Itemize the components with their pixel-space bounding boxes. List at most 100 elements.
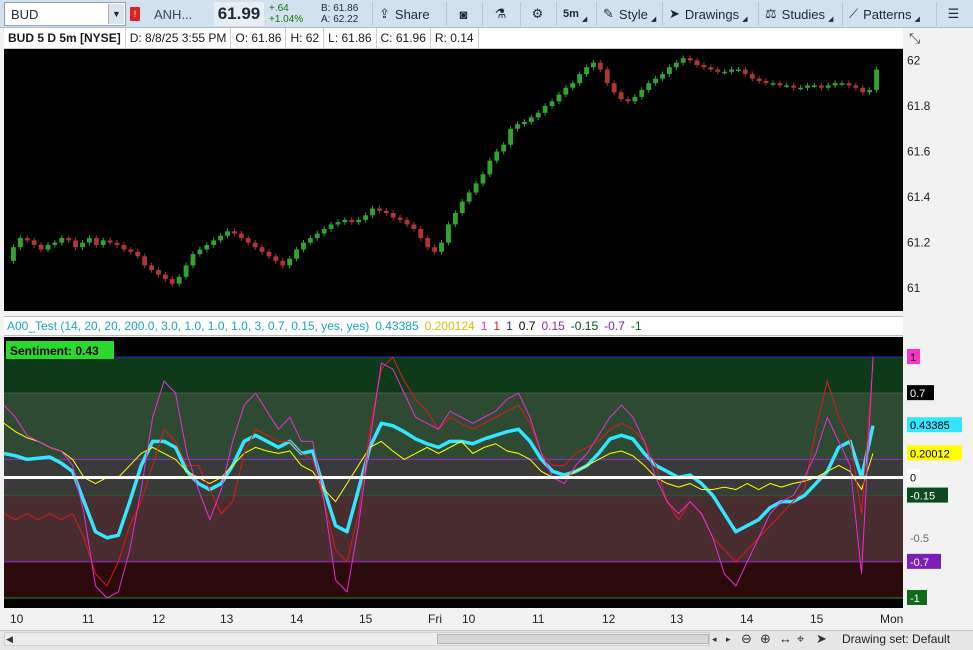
caret-icon: ◢: [828, 16, 834, 23]
timeframe-label: 5m: [563, 8, 579, 20]
candle: [439, 242, 444, 252]
candle: [135, 251, 141, 257]
time-tick-label: Fri: [428, 612, 442, 626]
settings-button[interactable]: ⚙: [520, 2, 554, 26]
patterns-label: Patterns: [863, 6, 912, 22]
candle: [577, 74, 583, 84]
chevron-down-icon[interactable]: ▼: [108, 4, 124, 24]
candle: [542, 105, 548, 113]
candle: [777, 83, 783, 86]
scroll-right-small-icon[interactable]: ▸: [726, 634, 731, 645]
share-icon: ⇪: [379, 6, 390, 21]
candle: [301, 242, 306, 250]
candle: [694, 60, 700, 65]
oscillator-chart[interactable]: 1 0.7 0.43385 0.20012 0 -0.15 -0.5 -0.7 -1 Senti…: [4, 337, 969, 608]
candle: [121, 244, 127, 250]
candle: [128, 249, 134, 252]
drawing-set-label[interactable]: Drawing set: Default: [842, 632, 950, 646]
study-name[interactable]: A00_Test (14, 20, 20, 200.0, 3.0, 1.0, 1…: [4, 319, 372, 333]
symbol-selector[interactable]: BUD ▼: [4, 2, 126, 26]
last-price: 61.99: [214, 2, 264, 26]
candle: [73, 240, 79, 248]
level-m1: -1: [630, 319, 642, 333]
candle: [742, 69, 748, 75]
candle: [24, 238, 30, 241]
caret-icon: ◢: [581, 16, 588, 23]
menu-icon: ☰: [947, 6, 960, 21]
share-label: Share: [394, 6, 430, 22]
change-percent: +1.04%: [269, 14, 304, 25]
candle: [363, 215, 369, 220]
scrollbar-thumb[interactable]: [437, 634, 709, 644]
candle: [376, 208, 382, 211]
crosshair-icon[interactable]: ⌖: [797, 631, 804, 647]
scroll-left-small-icon[interactable]: ◂: [712, 634, 717, 645]
candle: [749, 74, 755, 79]
time-tick-label: 10: [10, 612, 24, 626]
time-tick-label: 14: [740, 612, 754, 626]
candle: [625, 99, 631, 102]
time-tick-label: 13: [220, 612, 234, 626]
candle: [356, 219, 362, 223]
pointer-icon[interactable]: ➤: [816, 631, 827, 647]
zoom-in-icon[interactable]: ⊕: [760, 631, 771, 647]
candle: [839, 83, 845, 85]
candle: [646, 83, 652, 91]
scroll-left-icon[interactable]: ◀: [6, 634, 13, 645]
candle: [798, 87, 804, 90]
oscillator-tick-label: -0.7: [910, 557, 929, 569]
candle: [452, 213, 458, 225]
oscillator-tick-label: 0.7: [910, 388, 925, 400]
candle: [425, 238, 431, 248]
price-tick-label: 62: [907, 53, 921, 67]
pane-settings-icon[interactable]: ⤡: [909, 30, 920, 47]
studies-button[interactable]: ⚖ Studies ◢: [758, 2, 840, 26]
menu-button[interactable]: ☰: [936, 2, 970, 26]
candle: [418, 228, 424, 239]
candle: [867, 90, 873, 93]
oscillator-zone: [4, 561, 903, 598]
candle: [660, 74, 665, 79]
alert-flag-icon[interactable]: !: [130, 7, 140, 21]
caret-icon: ◢: [914, 16, 920, 23]
candle: [197, 249, 203, 255]
time-tick-label: 14: [290, 612, 304, 626]
candle: [149, 265, 154, 270]
bar-open: O: 61.86: [231, 27, 287, 49]
time-tick-label: 15: [810, 612, 824, 626]
candle: [321, 228, 327, 234]
candle: [190, 254, 196, 266]
snapshot-button[interactable]: ◙: [446, 2, 480, 26]
candle: [211, 240, 217, 245]
candle: [570, 83, 576, 88]
horizontal-scrollbar[interactable]: [4, 632, 710, 646]
time-tick-label: 11: [82, 612, 95, 626]
candle: [342, 219, 348, 223]
candle: [535, 112, 541, 118]
time-tick-label: 12: [602, 612, 616, 626]
candle: [832, 83, 838, 86]
patterns-button[interactable]: ⟋ Patterns ◢: [842, 2, 934, 26]
candle: [687, 58, 693, 61]
trading-chart-app: BUD ▼ ! ANH... 61.99 +.64 +1.04% B: 61.8…: [0, 0, 973, 650]
level-07: 0.7: [518, 319, 536, 333]
candle: [328, 224, 334, 229]
style-button[interactable]: ✎ Style ◢: [596, 2, 660, 26]
drawings-button[interactable]: ➤ Drawings ◢: [662, 2, 756, 26]
candle: [494, 151, 500, 161]
candle: [259, 247, 265, 252]
time-tick-label: Mon: [880, 612, 903, 626]
level-m015: -0.15: [570, 319, 599, 333]
candle: [114, 242, 120, 245]
timeframe-button[interactable]: 5m ◢: [556, 2, 594, 26]
share-button[interactable]: ⇪ Share: [372, 2, 442, 26]
candle: [280, 260, 286, 266]
zoom-out-icon[interactable]: ⊖: [741, 631, 752, 647]
candle: [729, 69, 734, 72]
price-chart[interactable]: 62 61.8 61.6 61.4 61.2 61: [4, 49, 969, 311]
candle: [383, 210, 389, 214]
candle: [446, 224, 451, 243]
expand-horizontal-icon[interactable]: ↔: [779, 631, 792, 646]
flask-button[interactable]: ⚗: [482, 2, 518, 26]
symbol-description: ANH...: [154, 6, 193, 22]
